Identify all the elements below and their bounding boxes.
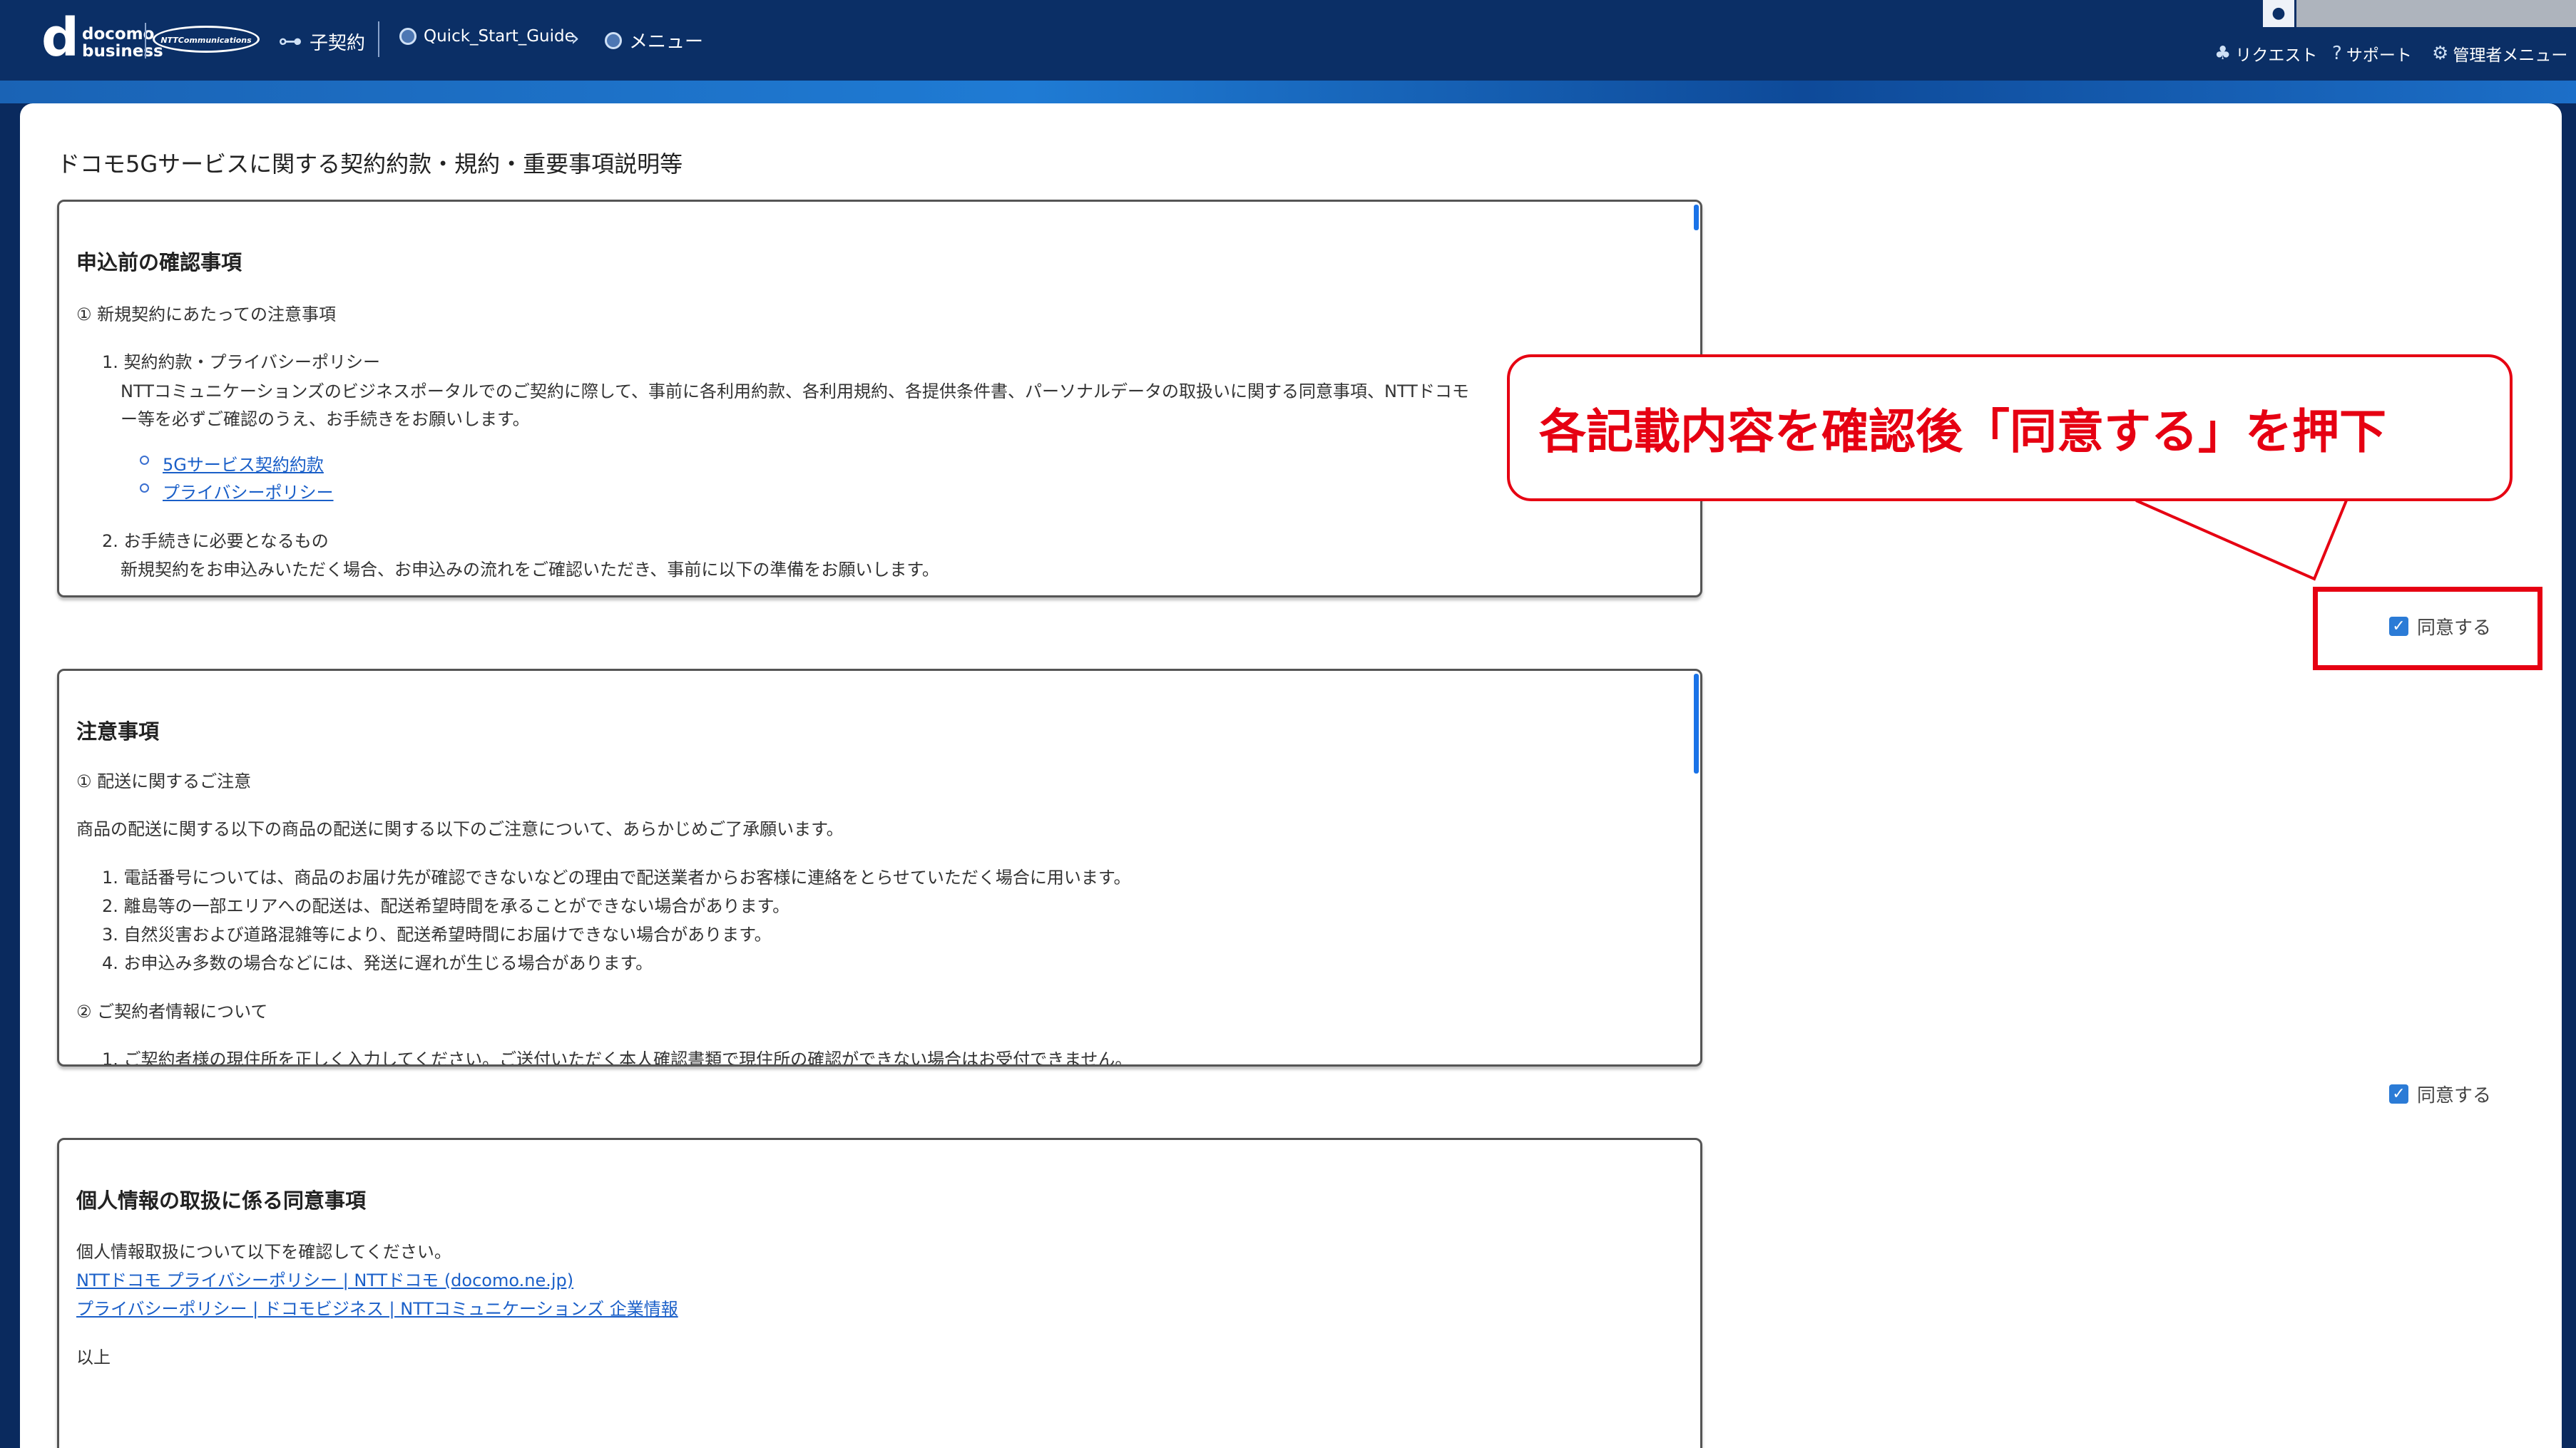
annotation-text: 各記載内容を確認後「同意する」を押下 — [1539, 404, 2386, 459]
callout-tail — [2135, 499, 2348, 581]
